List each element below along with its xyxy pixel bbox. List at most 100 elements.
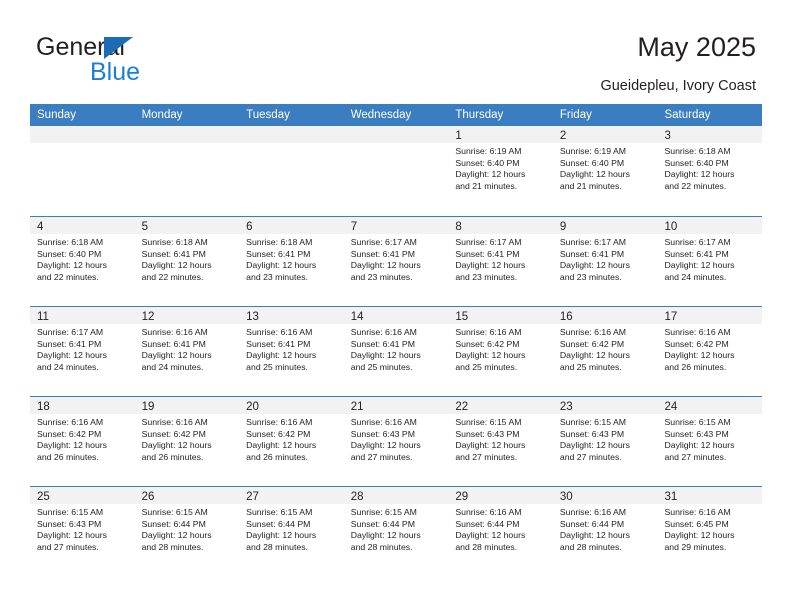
- sunrise-text: Sunrise: 6:15 AM: [246, 507, 313, 517]
- sunset-text: Sunset: 6:43 PM: [37, 518, 102, 529]
- sunrise-text: Sunrise: 6:15 AM: [37, 507, 104, 517]
- calendar-day-cell[interactable]: 30 Sunrise: 6:16 AM Sunset: 6:44 PM Dayligh…: [552, 487, 658, 576]
- calendar-day-cell[interactable]: 27 Sunrise: 6:15 AM Sunset: 6:44 PM Dayligh…: [239, 487, 344, 576]
- sunset-text: Sunset: 6:42 PM: [455, 338, 520, 349]
- sunrise-text: Sunrise: 6:16 AM: [141, 417, 208, 427]
- daylight-text: Daylight: 12 hours: [141, 440, 212, 451]
- day-number: 25: [37, 491, 50, 503]
- daylight-text: Daylight: 12 hours: [37, 530, 108, 541]
- day-sun-info: Sunrise: 6:18 AM Sunset: 6:40 PM Daylight:…: [30, 234, 135, 283]
- calendar-day-cell[interactable]: 1 Sunrise: 6:19 AM Sunset: 6:40 PM Daylight…: [448, 126, 553, 216]
- sunrise-text: Sunrise: 6:17 AM: [455, 237, 522, 247]
- calendar-day-cell[interactable]: 7 Sunrise: 6:17 AM Sunset: 6:41 PM Daylight…: [343, 217, 449, 306]
- day-number: 7: [350, 221, 358, 233]
- day-number: 20: [246, 401, 259, 413]
- calendar-grid: Sunday Monday Tuesday Wednesday Thursday Frid…: [30, 104, 763, 576]
- calendar-day-cell[interactable]: 22 Sunrise: 6:15 AM Sunset: 6:43 PM Dayligh…: [448, 397, 553, 486]
- day-number-band: [239, 126, 344, 143]
- calendar-day-cell[interactable]: 24 Sunrise: 6:15 AM Sunset: 6:43 PM Dayligh…: [657, 397, 763, 486]
- daylight-text: and 23 minutes.: [350, 271, 413, 282]
- calendar-day-cell-empty: [30, 126, 135, 216]
- calendar-day-cell[interactable]: 19 Sunrise: 6:16 AM Sunset: 6:42 PM Dayligh…: [134, 397, 240, 486]
- calendar-day-cell[interactable]: 12 Sunrise: 6:16 AM Sunset: 6:41 PM Dayligh…: [134, 307, 240, 396]
- daylight-text: Daylight: 12 hours: [559, 440, 630, 451]
- day-number: 8: [455, 221, 462, 233]
- day-sun-info: Sunrise: 6:16 AM Sunset: 6:42 PM Daylight:…: [657, 324, 762, 373]
- day-sun-info: Sunrise: 6:15 AM Sunset: 6:43 PM Daylight:…: [448, 414, 553, 463]
- daylight-text: and 26 minutes.: [664, 361, 727, 372]
- daylight-text: and 27 minutes.: [350, 451, 413, 462]
- day-number: 27: [246, 491, 259, 503]
- sunrise-text: Sunrise: 6:15 AM: [350, 507, 417, 517]
- calendar-day-cell[interactable]: 29 Sunrise: 6:16 AM Sunset: 6:44 PM Dayligh…: [448, 487, 553, 576]
- day-sun-info: Sunrise: 6:16 AM Sunset: 6:42 PM Daylight:…: [135, 414, 240, 463]
- daylight-text: and 27 minutes.: [37, 541, 99, 552]
- day-number-band: 19: [134, 397, 240, 414]
- daylight-text: Daylight: 12 hours: [664, 530, 735, 541]
- day-sun-info: Sunrise: 6:17 AM Sunset: 6:41 PM Daylight:…: [657, 234, 762, 283]
- calendar-day-cell[interactable]: 4 Sunrise: 6:18 AM Sunset: 6:40 PM Daylight…: [30, 217, 135, 306]
- sunset-text: Sunset: 6:42 PM: [141, 428, 206, 439]
- daylight-text: Daylight: 12 hours: [455, 530, 526, 541]
- day-number: 13: [246, 311, 259, 323]
- daylight-text: Daylight: 12 hours: [664, 350, 735, 361]
- logo-triangle-icon: [104, 37, 133, 59]
- general-blue-logo[interactable]: General Blue: [36, 34, 216, 90]
- day-sun-info: Sunrise: 6:16 AM Sunset: 6:42 PM Daylight:…: [448, 324, 553, 373]
- calendar-day-cell[interactable]: 11 Sunrise: 6:17 AM Sunset: 6:41 PM Dayligh…: [30, 307, 135, 396]
- calendar-day-cell[interactable]: 18 Sunrise: 6:16 AM Sunset: 6:42 PM Dayligh…: [30, 397, 135, 486]
- day-sun-info: Sunrise: 6:17 AM Sunset: 6:41 PM Daylight:…: [344, 234, 449, 283]
- calendar-day-cell[interactable]: 21 Sunrise: 6:16 AM Sunset: 6:43 PM Dayligh…: [343, 397, 449, 486]
- day-number-band: 12: [134, 307, 240, 324]
- calendar-day-cell[interactable]: 2 Sunrise: 6:19 AM Sunset: 6:40 PM Daylight…: [552, 126, 658, 216]
- calendar-day-cell[interactable]: 16 Sunrise: 6:16 AM Sunset: 6:42 PM Dayligh…: [552, 307, 658, 396]
- day-sun-info: Sunrise: 6:16 AM Sunset: 6:44 PM Daylight:…: [553, 504, 658, 553]
- sunset-text: Sunset: 6:42 PM: [559, 338, 625, 349]
- day-number-band: 20: [239, 397, 344, 414]
- daylight-text: Daylight: 12 hours: [37, 350, 108, 361]
- calendar-day-cell[interactable]: 10 Sunrise: 6:17 AM Sunset: 6:41 PM Dayligh…: [657, 217, 763, 306]
- calendar-day-cell[interactable]: 14 Sunrise: 6:16 AM Sunset: 6:41 PM Dayligh…: [343, 307, 449, 396]
- daylight-text: and 25 minutes.: [559, 361, 622, 372]
- calendar-day-cell[interactable]: 6 Sunrise: 6:18 AM Sunset: 6:41 PM Daylight…: [239, 217, 344, 306]
- daylight-text: Daylight: 12 hours: [37, 260, 108, 271]
- weekday-header-monday: Monday: [141, 109, 183, 121]
- calendar-day-cell[interactable]: 20 Sunrise: 6:16 AM Sunset: 6:42 PM Dayligh…: [239, 397, 344, 486]
- calendar-day-cell[interactable]: 31 Sunrise: 6:16 AM Sunset: 6:45 PM Dayligh…: [657, 487, 763, 576]
- calendar-day-cell[interactable]: 25 Sunrise: 6:15 AM Sunset: 6:43 PM Dayligh…: [30, 487, 135, 576]
- day-number-band: 31: [657, 487, 763, 504]
- day-number-band: 30: [552, 487, 658, 504]
- sunrise-text: Sunrise: 6:16 AM: [141, 327, 208, 337]
- sunrise-text: Sunrise: 6:16 AM: [559, 327, 627, 337]
- day-sun-info: Sunrise: 6:17 AM Sunset: 6:41 PM Daylight:…: [448, 234, 553, 283]
- day-number: 5: [141, 221, 148, 233]
- calendar-day-cell[interactable]: 3 Sunrise: 6:18 AM Sunset: 6:40 PM Daylight…: [657, 126, 763, 216]
- day-sun-info: Sunrise: 6:16 AM Sunset: 6:41 PM Daylight:…: [344, 324, 449, 373]
- day-number-band: 6: [239, 217, 344, 234]
- sunset-text: Sunset: 6:44 PM: [350, 518, 415, 529]
- daylight-text: and 25 minutes.: [246, 361, 308, 372]
- calendar-day-cell[interactable]: 9 Sunrise: 6:17 AM Sunset: 6:41 PM Daylight…: [552, 217, 658, 306]
- sunset-text: Sunset: 6:43 PM: [350, 428, 415, 439]
- page-title: May 2025: [637, 32, 756, 62]
- calendar-day-cell[interactable]: 28 Sunrise: 6:15 AM Sunset: 6:44 PM Dayligh…: [343, 487, 449, 576]
- calendar-day-cell[interactable]: 13 Sunrise: 6:16 AM Sunset: 6:41 PM Dayligh…: [239, 307, 344, 396]
- calendar-day-cell[interactable]: 15 Sunrise: 6:16 AM Sunset: 6:42 PM Dayligh…: [448, 307, 553, 396]
- daylight-text: and 21 minutes.: [455, 180, 518, 191]
- calendar-day-cell[interactable]: 8 Sunrise: 6:17 AM Sunset: 6:41 PM Daylight…: [448, 217, 553, 306]
- day-number-band: 16: [552, 307, 658, 324]
- calendar-day-cell[interactable]: 23 Sunrise: 6:15 AM Sunset: 6:43 PM Dayligh…: [552, 397, 658, 486]
- calendar-day-cell[interactable]: 17 Sunrise: 6:16 AM Sunset: 6:42 PM Dayligh…: [657, 307, 763, 396]
- day-number: 30: [559, 491, 573, 503]
- calendar-day-cell[interactable]: 26 Sunrise: 6:15 AM Sunset: 6:44 PM Dayligh…: [134, 487, 240, 576]
- day-number: 16: [559, 311, 573, 323]
- day-number: 21: [350, 401, 364, 413]
- calendar-day-cell[interactable]: 5 Sunrise: 6:18 AM Sunset: 6:41 PM Daylight…: [134, 217, 240, 306]
- day-sun-info: Sunrise: 6:15 AM Sunset: 6:43 PM Daylight:…: [553, 414, 658, 463]
- sunset-text: Sunset: 6:41 PM: [664, 248, 729, 259]
- day-number-band: 21: [343, 397, 449, 414]
- day-number: 14: [350, 311, 364, 323]
- sunrise-text: Sunrise: 6:16 AM: [455, 507, 522, 517]
- sunrise-text: Sunrise: 6:15 AM: [559, 417, 627, 427]
- day-number: 11: [37, 311, 49, 323]
